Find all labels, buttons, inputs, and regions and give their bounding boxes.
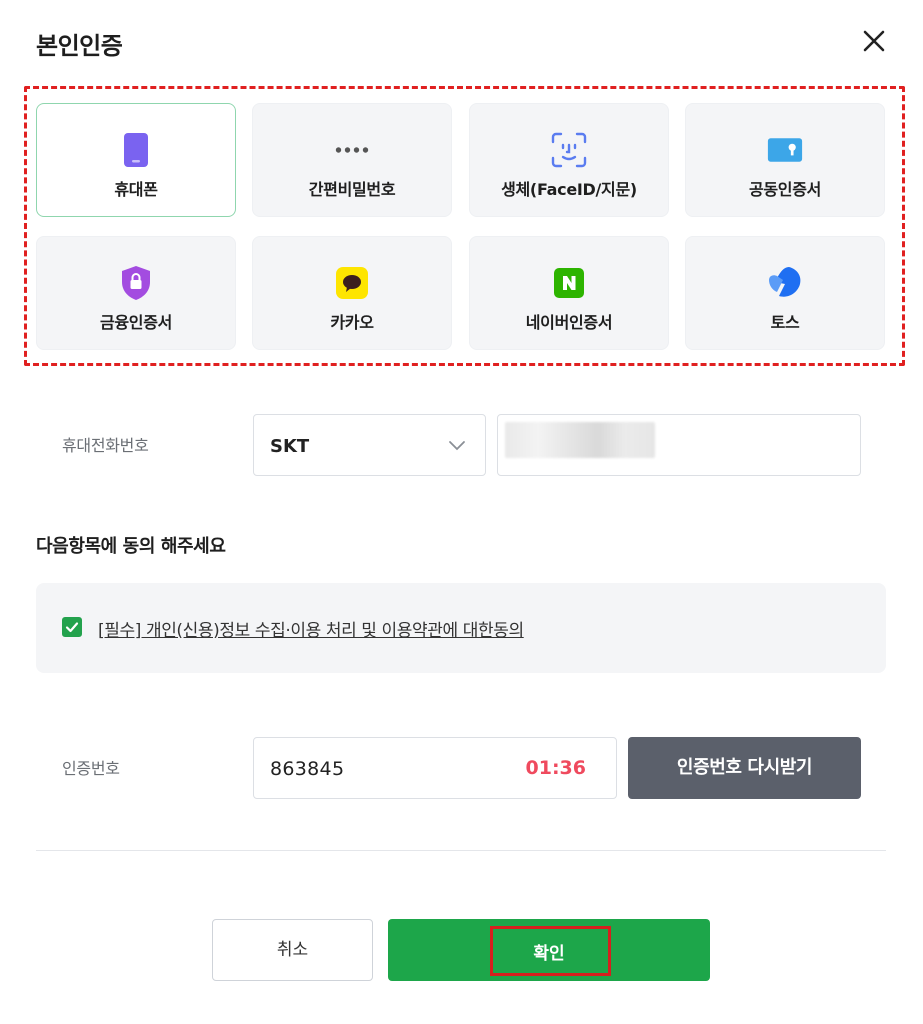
consent-terms-link[interactable]: [필수] 개인(신용)정보 수집·이용 처리 및 이용약관에 대한동의 [98,616,524,641]
method-label: 휴대폰 [114,180,158,199]
cancel-button[interactable]: 취소 [212,919,373,981]
verification-code-input[interactable]: 863845 01:36 [253,737,617,799]
phone-icon [118,132,154,168]
carrier-value: SKT [270,436,310,457]
method-tile-toss[interactable]: 토스 [685,236,885,350]
redacted-phone-number [505,422,655,458]
method-tile-joint-certificate[interactable]: 공동인증서 [685,103,885,217]
dialog-title: 본인인증 [36,32,123,60]
method-tile-simple-password[interactable]: 간편비밀번호 [252,103,452,217]
pin-dots-icon [334,132,370,168]
verification-code-value: 863845 [270,758,345,780]
consent-panel: [필수] 개인(신용)정보 수집·이용 처리 및 이용약관에 대한동의 [36,583,886,673]
phone-number-input[interactable] [497,414,861,476]
method-label: 금융인증서 [99,313,173,332]
verification-code-label: 인증번호 [62,759,120,778]
chevron-down-icon [449,441,465,451]
confirm-button[interactable]: 확인 [388,919,710,981]
checkmark-icon [65,622,79,633]
phone-number-label: 휴대전화번호 [62,436,149,455]
kakao-icon [334,265,370,301]
face-id-icon [551,132,587,168]
method-tile-phone[interactable]: 휴대폰 [36,103,236,217]
close-button[interactable] [855,22,893,60]
close-icon [863,30,885,52]
method-label: 카카오 [330,313,374,332]
divider [36,850,886,851]
consent-checkbox[interactable] [62,617,82,637]
method-tile-biometric[interactable]: 생체(FaceID/지문) [469,103,669,217]
method-label: 공동인증서 [748,180,822,199]
method-label: 간편비밀번호 [308,180,396,199]
method-tile-naver[interactable]: 네이버인증서 [469,236,669,350]
method-tile-kakao[interactable]: 카카오 [252,236,452,350]
method-label: 토스 [770,313,800,332]
method-tile-financial-certificate[interactable]: 금융인증서 [36,236,236,350]
shield-lock-icon [118,265,154,301]
naver-icon [551,265,587,301]
resend-code-button[interactable]: 인증번호 다시받기 [628,737,861,799]
carrier-select[interactable]: SKT [253,414,486,476]
countdown-timer: 01:36 [525,757,586,779]
toss-icon [767,265,803,301]
method-label: 네이버인증서 [525,313,613,332]
method-label: 생체(FaceID/지문) [501,180,637,199]
certificate-card-icon [767,132,803,168]
confirm-label: 확인 [533,944,565,964]
consent-heading: 다음항목에 동의 해주세요 [36,536,226,557]
